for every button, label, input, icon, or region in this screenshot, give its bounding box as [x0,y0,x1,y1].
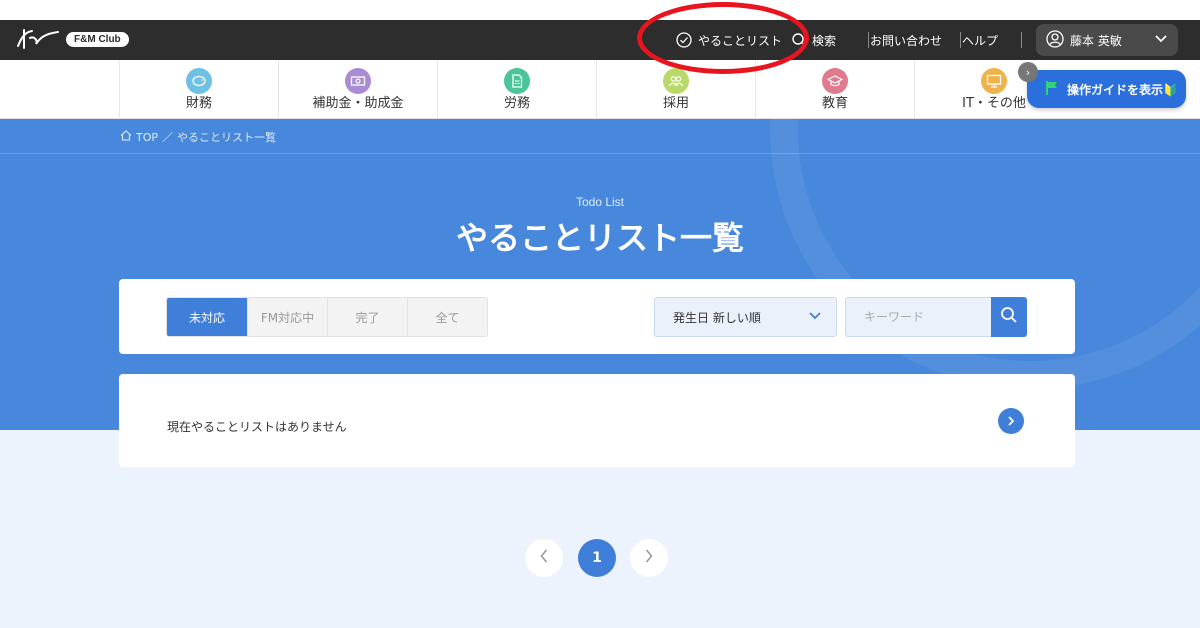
user-name: 藤本 英敏 [1070,33,1122,48]
header-divider [960,32,961,48]
header-contact-link[interactable]: お問い合わせ [870,20,942,60]
header-search-label: 検索 [812,33,837,48]
category-label: IT・その他 [962,95,1026,111]
header-help-link[interactable]: ヘルプ [962,20,998,60]
tab-fm-in-progress[interactable]: FM対応中 [247,298,327,336]
header-help-label: ヘルプ [962,33,999,48]
search-button[interactable] [991,297,1027,337]
pagination-prev-button[interactable] [525,539,563,577]
chevron-right-icon[interactable] [998,408,1024,434]
category-labor[interactable]: 労務 [437,60,596,119]
category-label: 教育 [821,95,848,111]
top-spacer [0,0,1200,20]
graduation-cap-icon [822,67,848,94]
guide-toggle-button[interactable]: › [1018,62,1038,82]
breadcrumb-current: やることリスト一覧 [177,131,277,144]
home-icon [120,130,132,144]
category-recruit[interactable]: 採用 [596,60,755,119]
category-label: 労務 [503,95,530,111]
category-finance[interactable]: 財務 [119,60,278,119]
user-menu-button[interactable]: 藤本 英敏 [1036,24,1178,56]
sort-select-value: 発生日 新しい順 [673,310,761,325]
breadcrumb-divider [0,153,1200,154]
category-label: 財務 [185,95,212,111]
header-todo-label: やることリスト [698,33,783,48]
category-subsidy[interactable]: 補助金・助成金 [278,60,437,119]
money-bill-icon [345,67,371,94]
chevron-left-icon [539,548,549,568]
fm-logo-mark-icon [17,29,59,49]
category-label: 補助金・助成金 [312,95,404,111]
tab-unhandled[interactable]: 未対応 [167,298,247,336]
tab-all[interactable]: 全て [407,298,487,336]
monitor-icon [981,67,1007,94]
breadcrumb-home-link[interactable]: TOP [136,131,158,144]
page-subtitle: Todo List [575,195,625,209]
keyword-input[interactable] [845,297,991,337]
piggy-bank-icon [186,67,212,94]
category-label: 採用 [662,95,689,111]
header-todo-link[interactable]: やることリスト [676,20,782,60]
filter-panel: 未対応 FM対応中 完了 全て 発生日 新しい順 [119,279,1075,354]
site-logo[interactable]: F&M Club [14,26,129,52]
show-guide-button[interactable]: 操作ガイドを表示🔰 [1027,70,1186,108]
check-circle-icon [676,32,692,48]
breadcrumb: TOP ／ やることリスト一覧 [120,129,276,145]
header-divider [868,32,869,48]
flag-icon [1045,80,1059,99]
sort-select[interactable]: 発生日 新しい順 [654,297,837,337]
tab-completed[interactable]: 完了 [327,298,407,336]
logo-badge: F&M Club [66,31,129,47]
document-icon [504,67,530,94]
pagination-next-button[interactable] [630,539,668,577]
people-icon [663,67,689,94]
search-icon [1000,306,1018,328]
empty-list-message: 現在やることリストはありません [167,420,347,434]
header-search-link[interactable]: 検索 [792,20,836,60]
page-title: やることリスト一覧 [455,219,744,257]
todo-list-panel: 現在やることリストはありません [119,374,1075,467]
user-avatar-icon [1046,29,1064,51]
header-divider [1021,32,1022,48]
pagination-page-current[interactable]: 1 [578,539,616,577]
header-contact-label: お問い合わせ [870,33,943,48]
category-education[interactable]: 教育 [755,60,914,119]
chevron-right-icon [644,548,654,568]
chevron-down-icon [808,310,822,324]
breadcrumb-separator: ／ [162,131,174,144]
status-tabs: 未対応 FM対応中 完了 全て [166,297,488,337]
global-header: F&M Club やることリスト 検索 お問い合わせ ヘルプ 藤本 英敏 [0,20,1200,60]
search-icon [792,33,806,47]
chevron-down-icon [1154,33,1168,47]
show-guide-label: 操作ガイドを表示🔰 [1067,82,1178,97]
